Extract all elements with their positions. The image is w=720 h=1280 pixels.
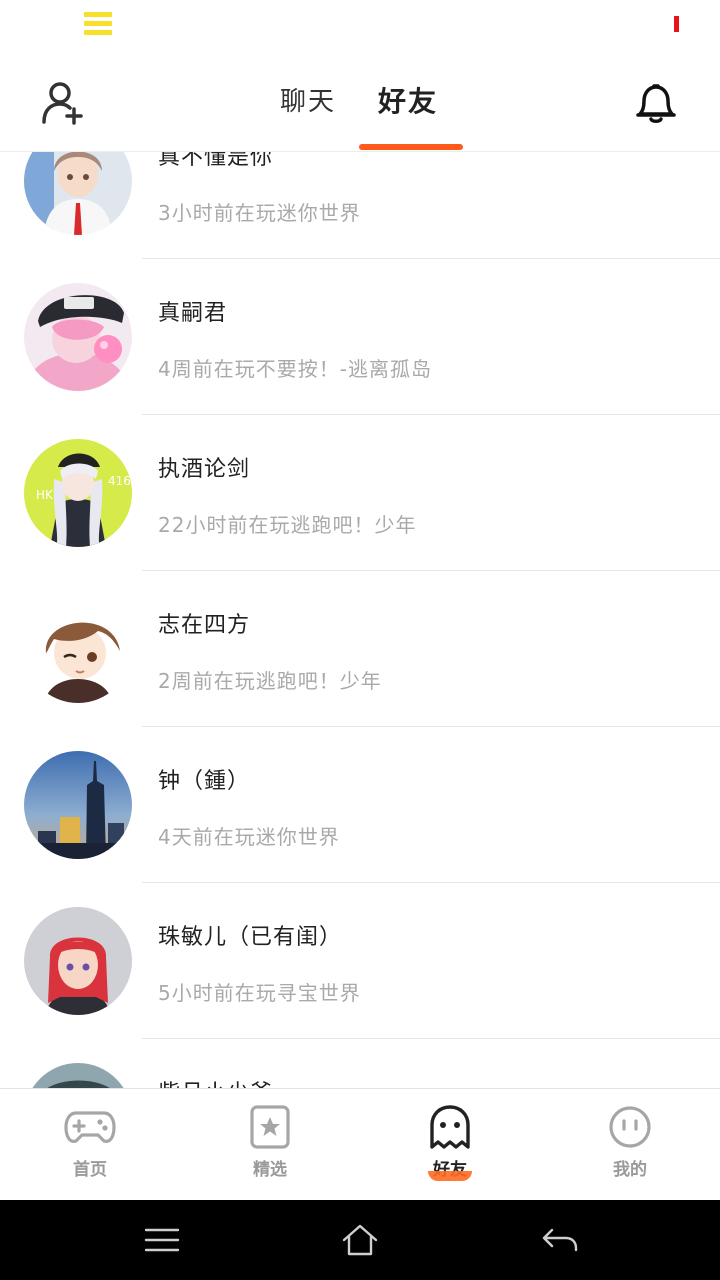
home-icon[interactable] <box>340 1222 380 1258</box>
friend-status: 2周前在玩逃跑吧！少年 <box>158 669 382 693</box>
menu-icon[interactable] <box>142 1222 182 1258</box>
friend-name: 紫月小少爷 <box>158 1075 273 1088</box>
nav-home[interactable]: 首页 <box>0 1089 180 1201</box>
friend-name: 真不懂是你 <box>158 152 274 170</box>
nav-label: 我的 <box>613 1160 647 1180</box>
avatar <box>24 907 132 1015</box>
friend-row[interactable]: 真不懂是你 3小时前在玩迷你世界 <box>0 152 720 259</box>
top-header: 聊天 好友 <box>0 52 720 152</box>
friend-status: 22小时前在玩逃跑吧！少年 <box>158 513 417 537</box>
status-bar <box>0 0 720 52</box>
ghost-icon <box>424 1105 476 1149</box>
friend-name: 执酒论剑 <box>158 457 251 482</box>
avatar <box>24 152 132 235</box>
tab-friends[interactable]: 好友 <box>378 82 438 122</box>
nav-label: 精选 <box>253 1160 287 1180</box>
add-friend-icon[interactable] <box>40 80 88 126</box>
friend-name: 志在四方 <box>158 613 251 638</box>
friend-status: 5小时前在玩寻宝世界 <box>158 981 361 1005</box>
notification-menu-icon <box>84 12 112 38</box>
avatar: HK 416 <box>24 439 132 547</box>
friend-name: 真嗣君 <box>158 301 228 326</box>
friend-row[interactable]: HK 416 执酒论剑 22小时前在玩逃跑吧！少年 <box>0 415 720 571</box>
friend-row[interactable]: 真嗣君 4周前在玩不要按！-逃离孤岛 <box>0 259 720 415</box>
friend-status: 4周前在玩不要按！-逃离孤岛 <box>158 357 432 381</box>
nav-friends[interactable]: 好友 <box>360 1089 540 1201</box>
avatar <box>24 751 132 859</box>
active-tab-indicator <box>359 144 463 150</box>
back-icon[interactable] <box>540 1222 580 1258</box>
bottom-navigation: 首页 精选 好友 我的 <box>0 1088 720 1200</box>
nav-profile[interactable]: 我的 <box>540 1089 720 1201</box>
svg-text:HK: HK <box>36 488 54 502</box>
friend-status: 3小时前在玩迷你世界 <box>158 201 361 225</box>
nav-featured[interactable]: 精选 <box>180 1089 360 1201</box>
friend-row[interactable]: 钟（鍾） 4天前在玩迷你世界 <box>0 727 720 883</box>
avatar <box>24 595 132 703</box>
friend-row[interactable]: 紫月小少爷 <box>0 1039 720 1088</box>
nav-label: 首页 <box>73 1160 107 1180</box>
gamepad-icon <box>64 1105 116 1149</box>
friend-name: 钟（鍾） <box>158 769 251 794</box>
system-navigation-bar <box>0 1200 720 1280</box>
svg-text:416: 416 <box>108 474 131 488</box>
status-indicator <box>674 16 679 32</box>
active-nav-indicator <box>428 1171 472 1181</box>
friend-row[interactable]: 珠敏儿（已有闺） 5小时前在玩寻宝世界 <box>0 883 720 1039</box>
star-card-icon <box>244 1105 296 1149</box>
friend-status: 4天前在玩迷你世界 <box>158 825 340 849</box>
avatar <box>24 283 132 391</box>
face-icon <box>604 1105 656 1149</box>
bell-icon[interactable] <box>632 78 680 126</box>
friend-list[interactable]: 真不懂是你 3小时前在玩迷你世界 真嗣君 4周前在玩不要按！-逃离孤岛 HK 4… <box>0 152 720 1088</box>
friend-name: 珠敏儿（已有闺） <box>158 925 343 950</box>
tab-chat[interactable]: 聊天 <box>280 82 336 122</box>
avatar <box>24 1063 132 1088</box>
friend-row[interactable]: 志在四方 2周前在玩逃跑吧！少年 <box>0 571 720 727</box>
